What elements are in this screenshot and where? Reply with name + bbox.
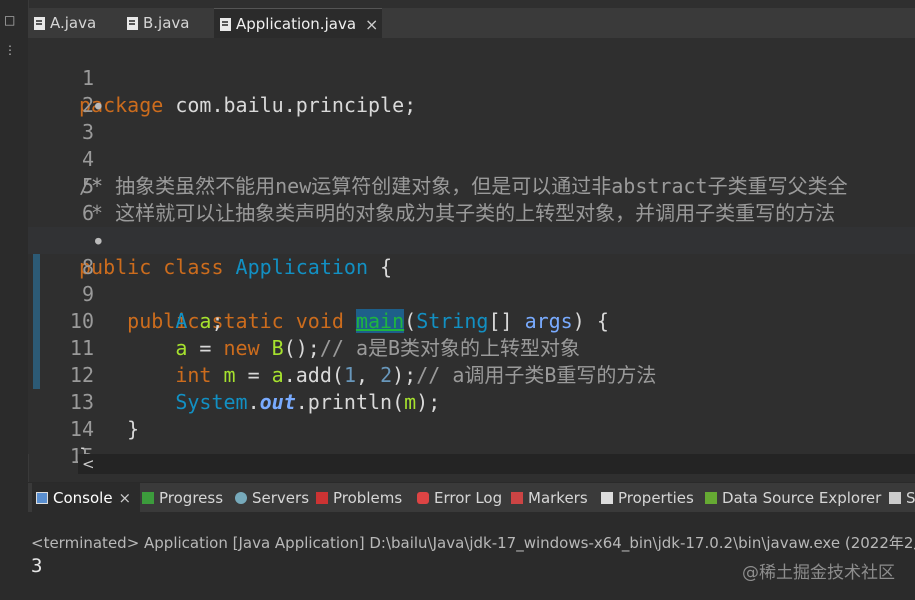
restore-icon[interactable]: □: [4, 14, 16, 26]
close-console-icon[interactable]: ×: [119, 489, 132, 507]
progress-icon: [142, 492, 154, 504]
code-line-current: 8 ● public static void main(String[] arg…: [28, 227, 915, 333]
console-icon: [36, 492, 48, 504]
tab-label: Data Source Explorer: [722, 489, 882, 507]
tab-problems[interactable]: Problems: [316, 483, 402, 513]
tab-application-java[interactable]: Application.java ×: [214, 8, 382, 39]
tab-label: Application.java: [236, 15, 357, 33]
tab-b-java[interactable]: B.java: [127, 8, 207, 38]
code-editor[interactable]: 1 package com.bailu.principle; 2 3 ● /* …: [28, 38, 915, 468]
tab-snippets[interactable]: S: [889, 483, 915, 513]
markers-icon: [511, 492, 523, 504]
watermark: @稀土掘金技术社区: [742, 563, 895, 583]
tab-label: Markers: [528, 489, 588, 507]
editor-tab-bar: A.java B.java Application.java ×: [28, 8, 915, 39]
tab-label: Progress: [159, 489, 224, 507]
view-tab-bar: Console × Progress Servers Problems Erro…: [28, 482, 915, 515]
horizontal-scrollbar[interactable]: <: [78, 454, 915, 474]
tab-label: B.java: [143, 14, 190, 32]
tab-label: Problems: [333, 489, 403, 507]
fold-toggle-icon[interactable]: ●: [95, 92, 102, 119]
java-file-icon: [220, 17, 231, 31]
console-view[interactable]: <terminated> Application [Java Applicati…: [28, 512, 915, 600]
close-tab-icon[interactable]: ×: [365, 15, 378, 34]
tab-progress[interactable]: Progress: [142, 483, 223, 513]
tab-label: S: [906, 489, 915, 507]
code-line: 15: [28, 416, 915, 468]
tab-label: Properties: [618, 489, 694, 507]
tab-label: Console: [53, 489, 113, 507]
tab-data-source-explorer[interactable]: Data Source Explorer: [705, 483, 881, 513]
servers-icon: [235, 492, 247, 504]
code-line: 2: [28, 65, 915, 117]
properties-icon: [601, 492, 613, 504]
code-line: 3 ● /*: [28, 92, 915, 198]
code-line: 11 int m = a.add(1, 2);// a调用子类B重写的方法: [28, 308, 915, 387]
code-line: 9 A a;: [28, 254, 915, 333]
tab-markers[interactable]: Markers: [511, 483, 588, 513]
data-source-icon: [705, 492, 717, 504]
console-status-line: <terminated> Application [Java Applicati…: [31, 534, 915, 552]
snippets-icon: [889, 492, 901, 504]
tab-label: Servers: [252, 489, 310, 507]
scroll-left-icon[interactable]: <: [82, 454, 95, 474]
java-file-icon: [127, 16, 138, 30]
code-line: 13 }: [28, 362, 915, 441]
code-line: 14 }: [28, 389, 915, 468]
code-line: 10 a = new B();// a是B类对象的上转型对象: [28, 281, 915, 360]
java-file-icon: [34, 16, 45, 30]
problems-icon: [316, 492, 328, 504]
code-line: 1 package com.bailu.principle;: [28, 38, 915, 117]
menu-icon[interactable]: ⋮: [4, 44, 16, 56]
tab-label: A.java: [50, 14, 97, 32]
tab-error-log[interactable]: Error Log: [417, 483, 502, 513]
tab-label: Error Log: [434, 489, 503, 507]
console-output: 3: [31, 555, 43, 577]
code-line: 6 */: [28, 173, 915, 252]
tab-properties[interactable]: Properties: [601, 483, 694, 513]
tab-console[interactable]: Console ×: [32, 483, 140, 515]
code-line: 4 * 抽象类虽然不能用new运算符创建对象，但是可以通过非abstract子类…: [28, 119, 915, 198]
code-line: 7 public class Application {: [28, 200, 915, 279]
tab-a-java[interactable]: A.java: [34, 8, 114, 38]
code-line: 12 System.out.println(m);: [28, 335, 915, 414]
error-log-icon: [417, 492, 429, 504]
fold-toggle-icon[interactable]: ●: [95, 227, 102, 254]
code-line: 5 * 这样就可以让抽象类声明的对象成为其子类的上转型对象，并调用子类重写的方法: [28, 146, 915, 225]
tab-servers[interactable]: Servers: [235, 483, 309, 513]
left-trim-bar: □ ⋮: [0, 0, 29, 600]
